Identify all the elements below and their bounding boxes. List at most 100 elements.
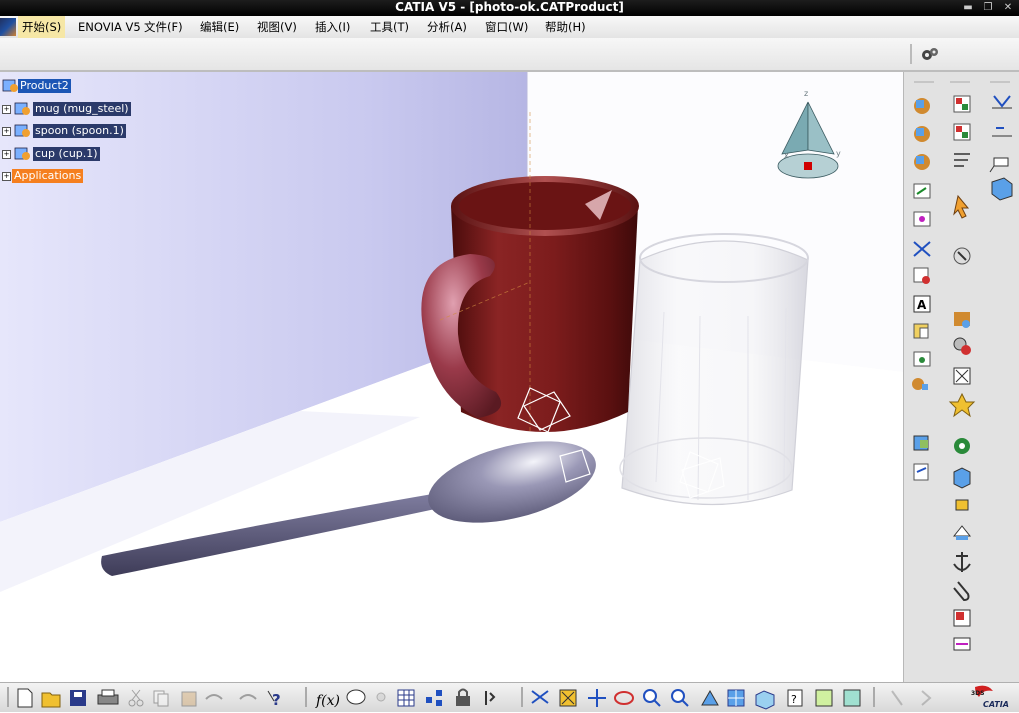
new-icon[interactable]	[17, 688, 33, 708]
open-icon[interactable]	[41, 692, 61, 708]
tree-root-label[interactable]: Product2	[18, 79, 71, 93]
tree-node-mug-label[interactable]: mug (mug_steel)	[33, 102, 131, 116]
explode-icon[interactable]	[912, 378, 928, 390]
lock-icon[interactable]	[456, 688, 470, 707]
text-annotation-icon[interactable]: A	[913, 295, 931, 313]
menu-analyze[interactable]: 分析(A)	[423, 16, 471, 38]
tree-expand-icon[interactable]	[426, 690, 442, 706]
tree-node-spoon-label[interactable]: spoon (spoon.1)	[33, 124, 126, 138]
structure-icon[interactable]	[953, 95, 971, 113]
assembly-tree-icon[interactable]	[953, 123, 971, 141]
measure-icon[interactable]	[952, 525, 972, 540]
clash-icon[interactable]	[953, 337, 971, 355]
swap-visible-icon[interactable]	[815, 689, 833, 707]
sectioning-icon[interactable]	[953, 467, 971, 489]
constraint-icon[interactable]	[913, 435, 929, 451]
print-icon[interactable]	[97, 689, 119, 705]
snapshot-icon[interactable]	[948, 392, 976, 418]
iso-view-icon[interactable]	[755, 690, 775, 710]
tree-applications-label[interactable]: Applications	[12, 169, 84, 183]
menu-view[interactable]: 视图(V)	[253, 16, 301, 38]
glass-cup[interactable]	[619, 233, 809, 506]
hide-show-icon[interactable]: ?	[787, 689, 803, 707]
comment-icon[interactable]	[346, 689, 366, 705]
distance-icon[interactable]	[955, 499, 969, 511]
close-icon[interactable]: ✕	[1000, 1, 1016, 14]
catia-app-icon[interactable]	[0, 18, 16, 36]
menu-start[interactable]: 开始(S)	[18, 16, 66, 38]
right-toolbar-icons: A	[912, 81, 1013, 651]
part-icon[interactable]	[914, 126, 930, 142]
expand-icon[interactable]: +	[2, 150, 11, 159]
snap-icon[interactable]	[913, 463, 929, 481]
expand-icon[interactable]: +	[2, 127, 11, 136]
toolbar-grip[interactable]	[910, 44, 912, 64]
multi-view-icon[interactable]	[727, 689, 745, 707]
expand-icon[interactable]: +	[2, 172, 11, 181]
component-list-icon[interactable]	[954, 153, 970, 167]
expand-icon[interactable]: +	[2, 105, 11, 114]
menu-insert[interactable]: 插入(I)	[311, 16, 354, 38]
tree-node-cup-label[interactable]: cup (cup.1)	[33, 147, 100, 161]
annotation-view-icon[interactable]	[953, 609, 971, 627]
compass-axis-x: x	[784, 151, 789, 160]
render-style-icon[interactable]	[843, 689, 861, 707]
menu-edit[interactable]: 编辑(E)	[196, 16, 243, 38]
flag-note-icon[interactable]	[989, 157, 1009, 173]
top-toolbar-strip	[0, 38, 1019, 72]
renumber-icon[interactable]	[913, 267, 930, 284]
anchor-icon[interactable]	[953, 552, 971, 572]
minimize-icon[interactable]: ▬	[960, 1, 976, 14]
tree-node-applications[interactable]: + Applications	[0, 168, 90, 184]
weld-icon[interactable]	[992, 95, 1012, 109]
existing-component-icon[interactable]	[914, 154, 930, 170]
bill-of-material-icon[interactable]	[913, 323, 929, 339]
tree-root[interactable]: Product2	[0, 78, 120, 94]
menu-file[interactable]: 文件(F)	[140, 16, 187, 38]
reorder-icon[interactable]	[913, 241, 931, 257]
scene-icon[interactable]	[913, 351, 931, 367]
scan-icon[interactable]	[485, 691, 496, 705]
menu-help[interactable]: 帮助(H)	[541, 16, 590, 38]
catalog-icon[interactable]	[954, 438, 970, 454]
move-icon[interactable]	[954, 312, 970, 328]
graph-tree-icon[interactable]	[913, 211, 931, 227]
bottom-toolbar-icons: ? f(x) ?	[7, 687, 932, 710]
select-arrow-icon[interactable]	[953, 194, 970, 219]
menu-window[interactable]: 窗口(W)	[481, 16, 532, 38]
gears-icon[interactable]	[920, 46, 940, 64]
product-management-icon[interactable]	[914, 98, 930, 114]
tree-node-spoon[interactable]: + spoon (spoon.1)	[0, 123, 130, 139]
3d-annotation-icon[interactable]	[991, 177, 1013, 201]
scene: z x y	[0, 72, 903, 682]
table-icon[interactable]	[397, 689, 415, 707]
pan-icon[interactable]	[588, 689, 606, 707]
clip-icon[interactable]	[953, 581, 970, 602]
ds-logo-text: 3DS	[971, 690, 984, 697]
title-bar: CATIA V5 - [photo-ok.CATProduct] ▬ ❐ ✕	[0, 0, 1019, 16]
zoom-out-icon[interactable]	[671, 689, 689, 707]
tree-node-cup[interactable]: + cup (cup.1)	[0, 146, 110, 162]
fit-in-icon[interactable]	[953, 367, 971, 385]
tool-col-2	[948, 95, 976, 651]
right-toolbar: A	[903, 72, 1019, 682]
normal-view-icon[interactable]	[701, 689, 719, 706]
3d-viewport[interactable]: z x y Product2 + mug (mug_steel) + spoon…	[0, 72, 903, 682]
fly-mode-icon[interactable]	[531, 690, 549, 704]
link-icon[interactable]	[953, 637, 971, 651]
menu-tools[interactable]: 工具(T)	[366, 16, 413, 38]
rotate-icon[interactable]	[614, 691, 634, 705]
undo-icon	[205, 694, 223, 700]
zoom-in-icon[interactable]	[643, 689, 661, 707]
menu-enovia[interactable]: ENOVIA V5	[74, 16, 145, 38]
restore-icon[interactable]: ❐	[980, 1, 996, 14]
formula-icon[interactable]: f(x)	[315, 693, 340, 709]
whats-this-icon[interactable]: ?	[267, 690, 281, 709]
tree-node-mug[interactable]: + mug (mug_steel)	[0, 101, 131, 117]
manipulate-icon[interactable]	[953, 247, 971, 265]
fit-all-icon[interactable]	[559, 689, 577, 707]
replace-component-icon[interactable]	[913, 183, 931, 199]
text-with-leader-icon[interactable]	[992, 127, 1012, 137]
save-icon[interactable]	[70, 690, 86, 706]
bottom-toolbar: ? f(x) ?	[0, 682, 1019, 712]
